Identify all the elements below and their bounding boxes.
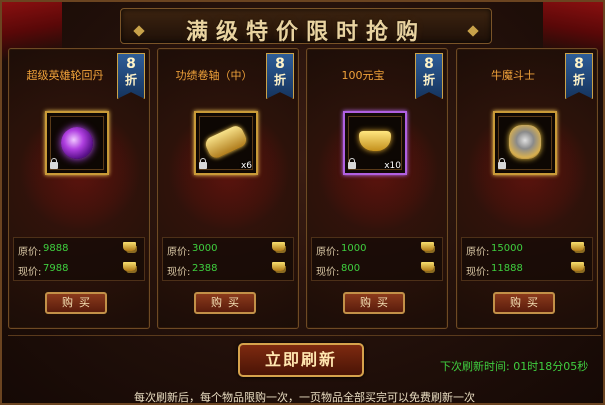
discount-badge: 8 折: [415, 53, 443, 99]
lock-icon: [50, 158, 58, 169]
current-price: 11888: [491, 263, 523, 274]
timer-value: 01时18分05秒: [513, 360, 589, 373]
item-slot[interactable]: x6: [194, 111, 258, 175]
original-price: 1000: [341, 243, 367, 254]
rules-note: 每次刷新后，每个物品限购一次，一页物品全部买完可以免费刷新一次: [134, 391, 475, 404]
discount-badge: 8 折: [117, 53, 145, 99]
buy-button[interactable]: 购买: [493, 292, 555, 314]
discount-badge: 8 折: [266, 53, 294, 99]
current-price: 800: [341, 263, 361, 274]
shop-card: 牛魔斗士 8 折 原价: 15000 现价: 11888 购买: [456, 48, 598, 329]
item-slot[interactable]: [45, 111, 109, 175]
item-quantity: x6: [240, 161, 252, 171]
buy-button[interactable]: 购买: [343, 292, 405, 314]
current-price: 7988: [43, 263, 69, 274]
original-price-row: 原价: 9888: [18, 240, 142, 258]
item-name: 超级英雄轮回丹: [26, 69, 104, 82]
buy-button[interactable]: 购买: [194, 292, 256, 314]
gold-ingot-icon: [123, 242, 136, 251]
refresh-button[interactable]: 立即刷新: [238, 343, 364, 377]
discount-badge: 8 折: [565, 53, 593, 99]
bull-demon-icon: [509, 125, 541, 159]
purple-orb-icon: [61, 127, 93, 159]
current-price-row: 现价: 11888: [466, 260, 590, 278]
shop-card: 超级英雄轮回丹 8 折 原价: 9888 现价: 7988 购买: [8, 48, 150, 329]
divider: [8, 335, 601, 336]
title-bar: 满级特价限时抢购: [120, 8, 492, 45]
lock-icon: [348, 158, 356, 169]
current-price-row: 现价: 800: [316, 260, 440, 278]
item-name: 100元宝: [341, 69, 385, 82]
price-box: 原价: 3000 现价: 2388: [162, 237, 294, 281]
item-name: 功绩卷轴（中）: [175, 69, 253, 82]
current-price-row: 现价: 7988: [18, 260, 142, 278]
lock-icon: [498, 158, 506, 169]
gold-ingot-icon: [421, 262, 434, 271]
gold-ingot-icon: [571, 262, 584, 271]
original-price-row: 原价: 15000: [466, 240, 590, 258]
timer-label: 下次刷新时间:: [440, 360, 510, 373]
item-quantity: x10: [384, 161, 401, 171]
lock-icon: [199, 158, 207, 169]
shop-card: 功绩卷轴（中） 8 折 x6 原价: 3000 现价: 2388 购买: [157, 48, 299, 329]
original-price: 15000: [491, 243, 523, 254]
item-name: 牛魔斗士: [491, 69, 535, 82]
refresh-timer: 下次刷新时间: 01时18分05秒: [440, 358, 588, 374]
original-price-row: 原价: 3000: [167, 240, 291, 258]
gold-ingot-icon: [272, 242, 285, 251]
shop-card: 100元宝 8 折 x10 原价: 1000 现价: 800 购买: [306, 48, 448, 329]
gold-ingot-icon: [421, 242, 434, 251]
price-box: 原价: 9888 现价: 7988: [13, 237, 145, 281]
item-slot[interactable]: [493, 111, 557, 175]
gold-ingot-icon: [123, 262, 136, 271]
original-price-row: 原价: 1000: [316, 240, 440, 258]
shop-panel: 满级特价限时抢购 超级英雄轮回丹 8 折 原价: 9888 现价: 7988 购…: [0, 0, 605, 405]
current-price: 2388: [192, 263, 218, 274]
gold-ingot-icon: [571, 242, 584, 251]
buy-button[interactable]: 购买: [45, 292, 107, 314]
price-box: 原价: 15000 现价: 11888: [461, 237, 593, 281]
gold-ingot-icon: [272, 262, 285, 271]
price-box: 原价: 1000 现价: 800: [311, 237, 443, 281]
original-price: 3000: [192, 243, 218, 254]
item-slot[interactable]: x10: [343, 111, 407, 175]
page-title: 满级特价限时抢购: [185, 19, 426, 45]
original-price: 9888: [43, 243, 69, 254]
current-price-row: 现价: 2388: [167, 260, 291, 278]
